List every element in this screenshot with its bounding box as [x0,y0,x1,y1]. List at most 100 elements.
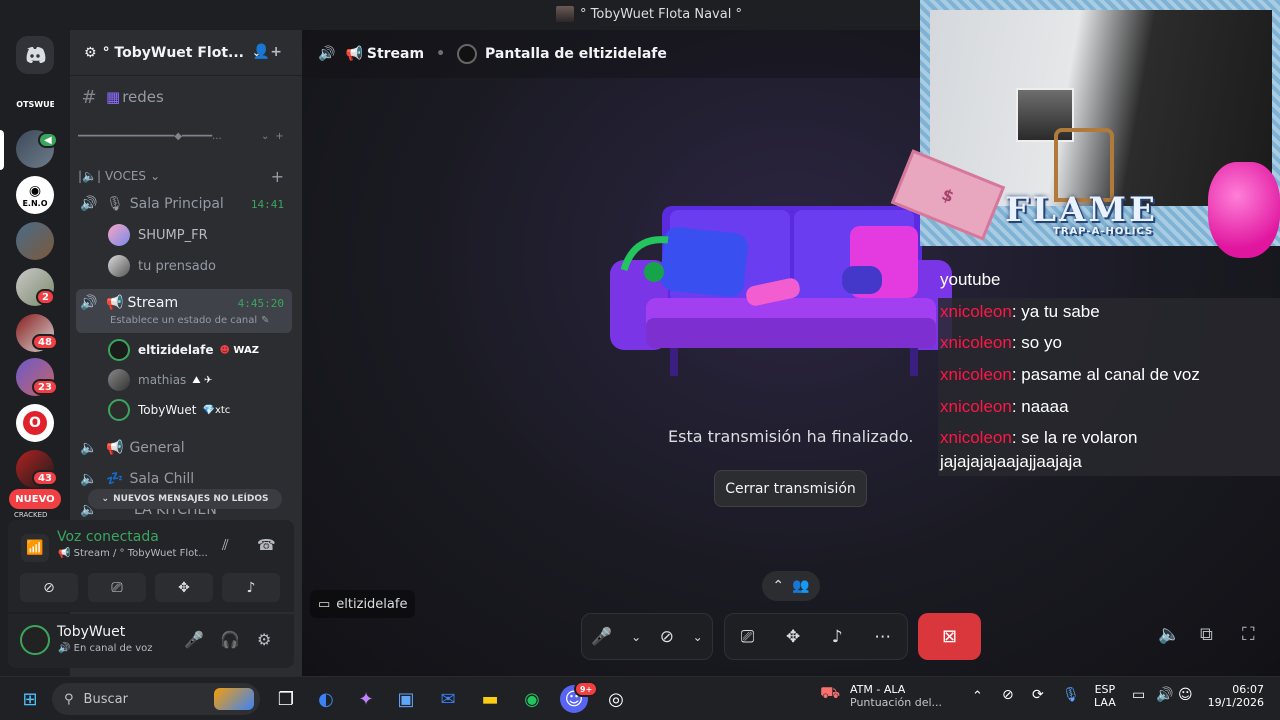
channel-sala-chill[interactable]: 🔈 💤 Sala Chill [78,468,292,490]
discord-home-icon[interactable] [16,36,54,74]
microphone-icon[interactable]: 🎤 [591,627,612,647]
more-options-icon[interactable]: ⋯ [874,627,891,647]
taskbar-search[interactable]: ⚲ Buscar [52,683,260,715]
fullscreen-icon[interactable]: ⛶ [1242,624,1255,645]
language-indicator[interactable]: ESP LAA [1094,683,1116,709]
task-view-icon[interactable]: ❐ [272,685,300,713]
opera-icon: O [23,411,47,435]
copilot-icon[interactable]: ✦ [352,685,380,713]
chevron-down-icon[interactable]: ⌄ [631,630,641,644]
microphone-icon[interactable]: 🎤 [184,630,204,649]
store-icon[interactable]: ▣ [392,685,420,713]
activity-controls: ⎚ ✥ ♪ ⋯ [724,613,908,660]
screen-share-icon[interactable]: ⎚ [741,627,755,647]
headphones-icon[interactable]: 🎧 [220,630,240,649]
voice-member[interactable]: eltizidelafe ☻ WAZ [108,339,322,361]
new-messages-banner[interactable]: ⌄ NUEVOS MENSAJES NO LEÍDOS [88,489,282,509]
chevron-down-icon: ⌄ [261,131,270,142]
server-opera[interactable]: O [16,404,54,442]
channel-stream[interactable]: 🔊 📢 Stream 4:45:20 [78,292,292,314]
obs-icon[interactable]: ◎ [602,685,630,713]
voice-connected-label[interactable]: Voz conectada [57,529,159,545]
camera-off-icon: ⊘ [43,579,55,596]
new-unreads-pill[interactable]: NUEVO [9,489,61,509]
invite-people-icon[interactable]: 👤+ [253,44,282,60]
window-title-thumbnail [556,6,574,22]
camera-off-button[interactable]: ⊘ [20,573,78,602]
chrome-icon[interactable]: ◉ [518,685,546,713]
volume-tray-icon[interactable]: 🔊 [1156,687,1173,703]
sync-icon[interactable]: ⟳ [1032,687,1044,703]
outlook-icon[interactable]: ✉ [434,685,462,713]
leave-call-button[interactable]: ⊠ [918,613,981,660]
leave-call-icon: ⊠ [941,626,958,647]
windows-start-icon[interactable]: ⊞ [16,685,44,713]
chevron-down-icon: ⌄ [101,494,110,504]
user-status: 🔊 En canal de voz [58,643,153,654]
server-eno[interactable]: ◉ E.N.O [16,176,54,214]
volume-icon[interactable]: 🔈 [1158,624,1180,645]
voice-member[interactable]: TobyWuet 💎xtc [108,399,322,421]
channel-status[interactable]: Establece un estado de canal ✎ [110,315,324,326]
popout-icon[interactable]: ⧉ [1200,624,1213,645]
display-icon[interactable]: ▭ [1132,687,1145,703]
avatar [108,224,130,246]
connection-signal-icon[interactable]: 📶 [21,534,49,562]
activities-button[interactable]: ✥ [155,573,213,602]
file-explorer-icon[interactable]: ▬ [476,685,504,713]
screen-icon: ▭ [318,596,331,612]
server-group[interactable] [16,222,54,260]
chat-line: xnicoleon: ya tu sabe [938,297,1280,330]
activities-icon[interactable]: ✥ [786,627,800,647]
media-controls: 🎤 ⌄ ⊘ ⌄ [581,613,713,660]
divider-channel[interactable]: ━━━━━━━━━━━━━━━━◆━━━━━... ⌄ + [78,131,292,142]
mic-tray-icon[interactable]: 🎙 [1062,687,1080,703]
flame-banner-sub: TRAP-A-HOLICS [1053,226,1154,237]
noise-suppression-icon[interactable]: ⫽ [222,536,229,554]
channel-sala-principal[interactable]: 🔊 🎙 Sala Principal 14:41 [78,193,292,215]
toggle-participants-button[interactable]: ⌃ 👥 [762,571,820,601]
clock[interactable]: 06:07 19/1/2026 [1206,683,1264,709]
chevron-down-icon[interactable]: ⌄ [693,630,703,644]
avatar [457,44,478,64]
soundboard-button[interactable]: ♪ [222,573,280,602]
category-voces[interactable]: |🔈| VOCES ⌄ + [78,167,292,186]
edge-icon[interactable]: ◐ [312,685,340,713]
voice-member[interactable]: tu prensado [108,255,322,277]
member-emoji-icons: ⛰ ✈ [192,374,213,386]
megaphone-emoji-icon: 📢 [106,295,124,311]
channel-timer: 4:45:20 [237,296,284,310]
voice-location[interactable]: 📢 Stream / ° TobyWuet Flot... [58,548,208,559]
weather-widget[interactable]: ATM - ALA Puntuación del... [850,683,942,709]
chat-line: xnicoleon: naaaa [938,392,1280,425]
game-icon[interactable]: ⛟ [820,683,840,704]
settings-gear-icon[interactable]: ⚙ [257,630,271,649]
camera-off-icon[interactable]: ⊘ [660,627,674,647]
avatar[interactable] [20,625,50,655]
plus-icon[interactable]: + [275,131,283,142]
server-ootswuet[interactable]: OOTSWUET [16,90,54,118]
eye-icon: ◉ [28,182,42,199]
soundboard-icon[interactable]: ♪ [832,627,843,647]
avatar [108,255,130,277]
channel-redes[interactable]: # ▦ redes [78,86,292,108]
network-off-icon[interactable]: ⊘ [1002,687,1014,703]
activities-icon: ✥ [178,579,190,596]
channel-timer: 14:41 [250,197,284,211]
disconnect-icon[interactable]: ☎ [257,536,276,554]
voice-speaker-icon: 🔈 [80,440,98,456]
create-channel-icon[interactable]: + [271,167,284,186]
chat-tray-icon[interactable]: ☺ [1178,687,1193,703]
close-stream-button[interactable]: Cerrar transmisión [714,470,867,507]
screen-share-button[interactable]: ⎚ [88,573,146,602]
chevron-up-icon[interactable]: ⌃ [972,689,983,704]
screen-title: Pantalla de eltizidelafe [485,46,667,62]
voice-member[interactable]: SHUMP_FR [108,224,322,246]
channel-general[interactable]: 🔈 📢 General [78,437,292,459]
username[interactable]: TobyWuet [57,624,125,640]
voice-member[interactable]: mathias ⛰ ✈ [108,369,322,391]
server-header[interactable]: ⚙ ° TobyWuet Flot... ⌄ 👤+ [70,30,302,76]
couch-illustration [610,206,952,376]
link-emoji-icon: ▦ [106,88,121,106]
search-highlight-icon [214,688,254,710]
